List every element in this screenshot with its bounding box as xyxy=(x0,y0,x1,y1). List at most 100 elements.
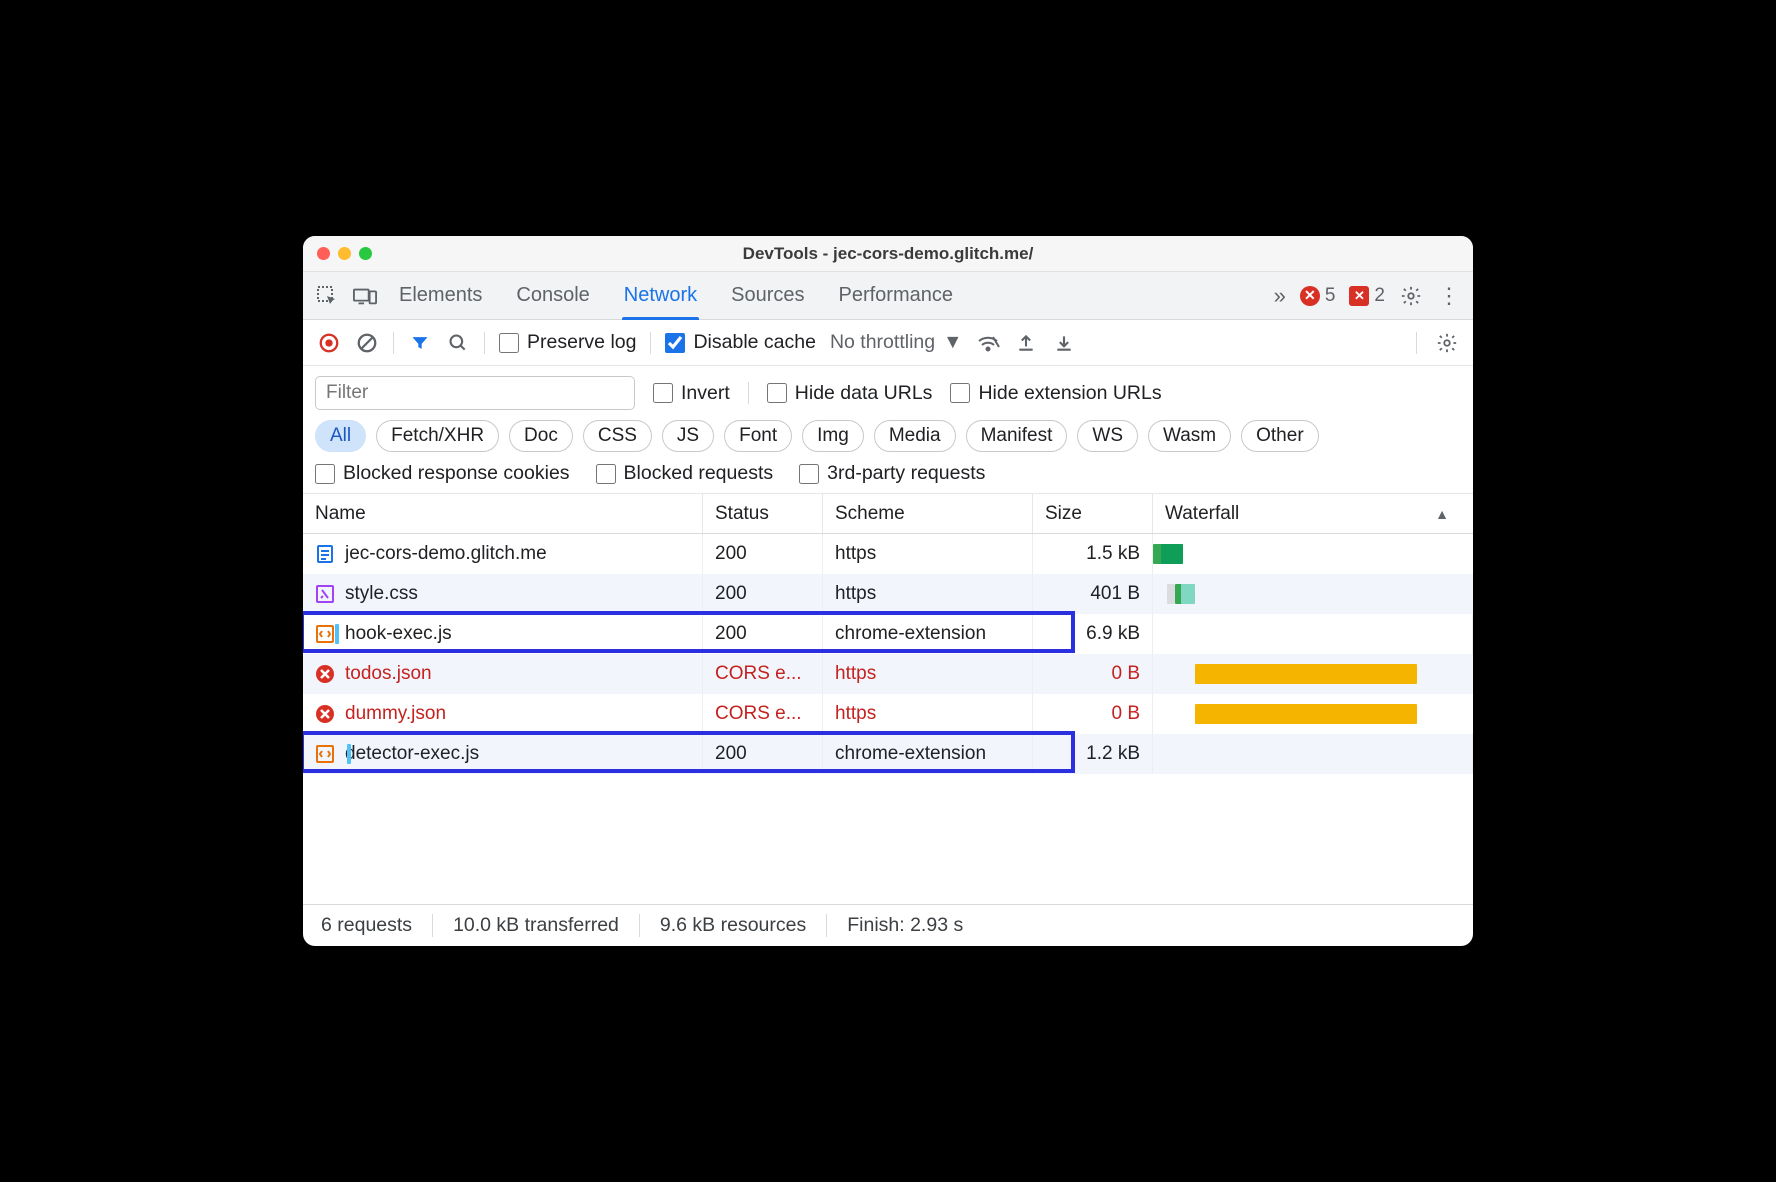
table-header: Name Status Scheme Size Waterfall▲ xyxy=(303,494,1473,534)
tab-elements[interactable]: Elements xyxy=(399,272,482,319)
table-row[interactable]: detector-exec.js200chrome-extension1.2 k… xyxy=(303,734,1473,774)
throttling-select[interactable]: No throttling ▼ xyxy=(830,331,962,354)
table-row[interactable]: todos.jsonCORS e...https0 B xyxy=(303,654,1473,694)
request-waterfall xyxy=(1153,654,1473,694)
request-waterfall xyxy=(1153,614,1473,654)
request-size: 0 B xyxy=(1033,654,1153,694)
warning-count[interactable]: ✕ 2 xyxy=(1349,285,1385,307)
maximize-button[interactable] xyxy=(359,247,372,260)
titlebar: DevTools - jec-cors-demo.glitch.me/ xyxy=(303,236,1473,272)
request-name: dummy.json xyxy=(345,703,446,725)
request-size: 1.2 kB xyxy=(1033,734,1153,774)
download-icon[interactable] xyxy=(1052,331,1076,355)
network-conditions-icon[interactable] xyxy=(976,331,1000,355)
request-status: 200 xyxy=(703,574,823,614)
request-status: 200 xyxy=(703,534,823,574)
chevron-down-icon: ▼ xyxy=(943,331,962,354)
disable-cache-checkbox[interactable]: Disable cache xyxy=(665,331,815,354)
request-status: 200 xyxy=(703,734,823,774)
summary-requests: 6 requests xyxy=(321,914,433,937)
request-size: 1.5 kB xyxy=(1033,534,1153,574)
main-tabs-bar: Elements Console Network Sources Performance… xyxy=(303,272,1473,320)
status-bar: 6 requests 10.0 kB transferred 9.6 kB re… xyxy=(303,904,1473,946)
table-row[interactable]: hook-exec.js200chrome-extension6.9 kB xyxy=(303,614,1473,654)
third-party-checkbox[interactable]: 3rd-party requests xyxy=(799,462,985,485)
table-row[interactable]: style.css200https401 B xyxy=(303,574,1473,614)
tab-performance[interactable]: Performance xyxy=(839,272,954,319)
request-waterfall xyxy=(1153,534,1473,574)
col-size[interactable]: Size xyxy=(1033,494,1153,533)
type-filter-doc[interactable]: Doc xyxy=(509,420,573,452)
request-size: 0 B xyxy=(1033,694,1153,734)
filter-bar: Invert Hide data URLs Hide extension URL… xyxy=(303,366,1473,494)
type-filter-other[interactable]: Other xyxy=(1241,420,1319,452)
request-status: CORS e... xyxy=(703,694,823,734)
summary-resources: 9.6 kB resources xyxy=(640,914,827,937)
type-filter-manifest[interactable]: Manifest xyxy=(966,420,1068,452)
type-filter-ws[interactable]: WS xyxy=(1077,420,1138,452)
error-icon: ✕ xyxy=(1300,286,1320,306)
col-status[interactable]: Status xyxy=(703,494,823,533)
blocked-cookies-checkbox[interactable]: Blocked response cookies xyxy=(315,462,570,485)
tab-network[interactable]: Network xyxy=(624,272,697,319)
search-icon[interactable] xyxy=(446,331,470,355)
hide-data-urls-checkbox[interactable]: Hide data URLs xyxy=(767,382,933,405)
requests-table: Name Status Scheme Size Waterfall▲ jec-c… xyxy=(303,494,1473,904)
tab-sources[interactable]: Sources xyxy=(731,272,804,319)
invert-checkbox[interactable]: Invert xyxy=(653,382,730,405)
resource-type-filter: All Fetch/XHR Doc CSS JS Font Img Media Manifest… xyxy=(315,420,1461,452)
clear-button[interactable] xyxy=(355,331,379,355)
request-size: 401 B xyxy=(1033,574,1153,614)
upload-icon[interactable] xyxy=(1014,331,1038,355)
request-scheme: https xyxy=(823,694,1033,734)
type-filter-fetchxhr[interactable]: Fetch/XHR xyxy=(376,420,499,452)
type-filter-img[interactable]: Img xyxy=(802,420,864,452)
gear-icon[interactable] xyxy=(1399,284,1423,308)
request-name: jec-cors-demo.glitch.me xyxy=(345,543,547,565)
table-row[interactable]: jec-cors-demo.glitch.me 200https1.5 kB xyxy=(303,534,1473,574)
type-filter-font[interactable]: Font xyxy=(724,420,792,452)
col-waterfall[interactable]: Waterfall▲ xyxy=(1153,494,1473,533)
filter-input[interactable] xyxy=(315,376,635,410)
device-toggle-icon[interactable] xyxy=(353,284,377,308)
traffic-lights xyxy=(317,247,372,260)
type-filter-css[interactable]: CSS xyxy=(583,420,652,452)
minimize-button[interactable] xyxy=(338,247,351,260)
filter-icon[interactable] xyxy=(408,331,432,355)
type-filter-media[interactable]: Media xyxy=(874,420,956,452)
request-status: 200 xyxy=(703,614,823,654)
devtools-window: DevTools - jec-cors-demo.glitch.me/ Elem… xyxy=(303,236,1473,946)
request-name: detector-exec.js xyxy=(345,743,479,765)
col-scheme[interactable]: Scheme xyxy=(823,494,1033,533)
error-icon xyxy=(315,704,335,724)
issue-icon: ✕ xyxy=(1349,286,1369,306)
blocked-requests-checkbox[interactable]: Blocked requests xyxy=(596,462,774,485)
preserve-log-checkbox[interactable]: Preserve log xyxy=(499,331,636,354)
js-icon xyxy=(315,744,335,764)
table-row[interactable]: dummy.json CORS e...https0 B xyxy=(303,694,1473,734)
request-scheme: https xyxy=(823,574,1033,614)
panel-settings-icon[interactable] xyxy=(1435,331,1459,355)
request-waterfall xyxy=(1153,694,1473,734)
request-scheme: chrome-extension xyxy=(823,614,1033,654)
type-filter-all[interactable]: All xyxy=(315,420,366,452)
hide-extension-urls-checkbox[interactable]: Hide extension URLs xyxy=(950,382,1161,405)
type-filter-wasm[interactable]: Wasm xyxy=(1148,420,1231,452)
summary-finish: Finish: 2.93 s xyxy=(827,914,983,937)
network-toolbar: Preserve log Disable cache No throttling… xyxy=(303,320,1473,366)
kebab-icon[interactable]: ⋮ xyxy=(1437,284,1461,308)
tab-console[interactable]: Console xyxy=(516,272,589,319)
request-name: hook-exec.js xyxy=(345,623,452,645)
record-button[interactable] xyxy=(317,331,341,355)
col-name[interactable]: Name xyxy=(303,494,703,533)
more-tabs-button[interactable]: » xyxy=(1274,283,1286,309)
inspect-icon[interactable] xyxy=(315,284,339,308)
request-waterfall xyxy=(1153,574,1473,614)
sort-asc-icon: ▲ xyxy=(1435,506,1449,522)
type-filter-js[interactable]: JS xyxy=(662,420,714,452)
request-scheme: https xyxy=(823,534,1033,574)
table-body: jec-cors-demo.glitch.me200https1.5 kBsty… xyxy=(303,534,1473,904)
css-icon xyxy=(315,584,335,604)
close-button[interactable] xyxy=(317,247,330,260)
error-count[interactable]: ✕ 5 xyxy=(1300,285,1336,307)
